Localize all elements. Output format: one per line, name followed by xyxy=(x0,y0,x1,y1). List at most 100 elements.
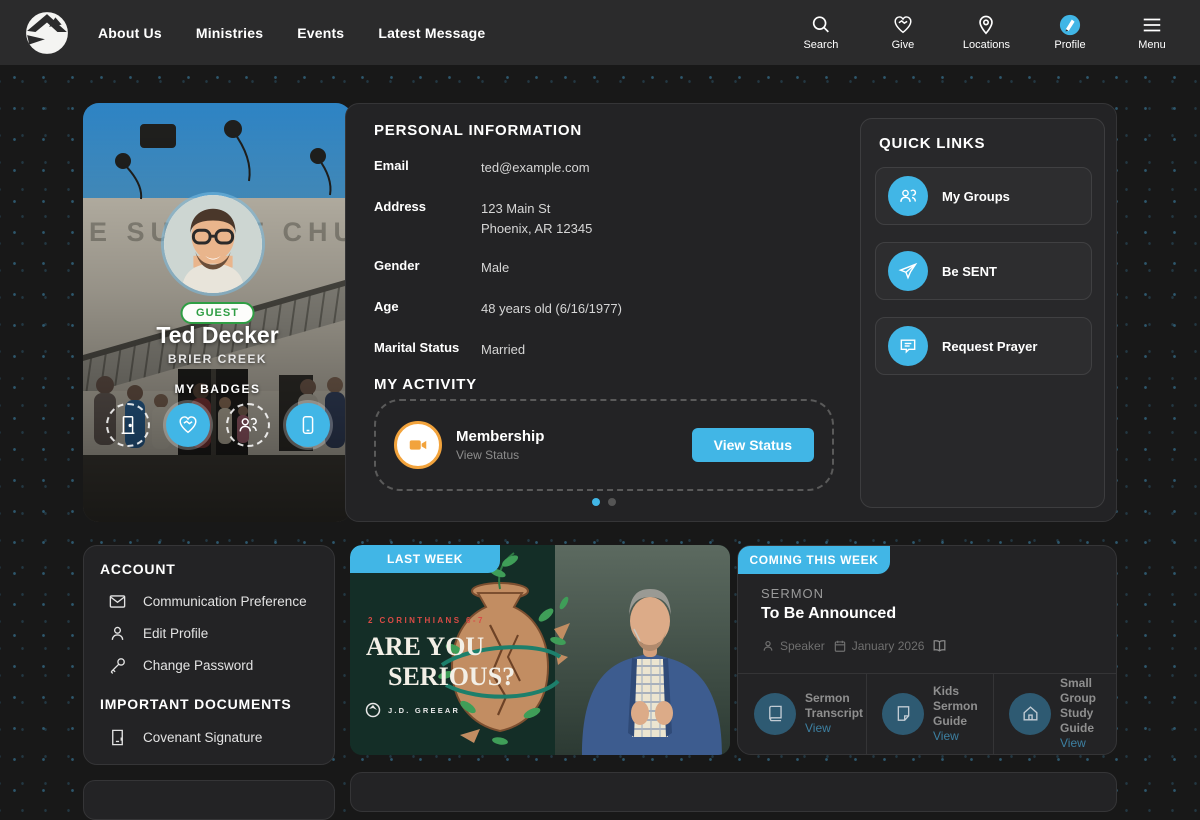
nav-action-profile[interactable]: Profile xyxy=(1048,14,1092,51)
account-item-label: Communication Preference xyxy=(143,594,307,609)
nav-action-label: Search xyxy=(803,39,838,51)
carousel-dot-2[interactable] xyxy=(608,498,616,506)
activity-item-subtitle: View Status xyxy=(456,448,544,462)
church-logo-icon[interactable] xyxy=(24,10,70,56)
meta-speaker: Speaker xyxy=(761,639,825,653)
people-icon xyxy=(898,186,918,206)
calendar-icon xyxy=(833,639,847,653)
carousel-dot-1[interactable] xyxy=(592,498,600,506)
resource-line2: Study Guide xyxy=(1060,706,1118,736)
hamburger-menu-icon xyxy=(1141,14,1163,36)
nav-link-ministries[interactable]: Ministries xyxy=(196,25,263,41)
nav-action-menu[interactable]: Menu xyxy=(1130,14,1174,51)
badges-row xyxy=(83,403,352,447)
kids-guide-icon-circle xyxy=(882,693,924,735)
sermon-speaker-name: J.D. GREEAR xyxy=(388,706,460,715)
profile-photo-card: E SUMMIT CHUR xyxy=(83,103,352,522)
book-icon xyxy=(766,704,785,723)
quick-links-title: QUICK LINKS xyxy=(879,135,985,152)
member-campus: BRIER CREEK xyxy=(83,352,352,366)
open-book-icon xyxy=(932,638,947,653)
study-guide-icon-circle xyxy=(1009,693,1051,735)
account-item-change-password[interactable]: Change Password xyxy=(108,656,253,675)
give-heart-icon xyxy=(892,14,914,36)
resource-small-group-study-guide[interactable]: Small Group Study Guide View xyxy=(993,673,1118,754)
account-card: ACCOUNT Communication Preference Edit Pr… xyxy=(83,545,335,765)
sent-icon-circle xyxy=(888,251,928,291)
last-week-sermon-card[interactable]: 2 CORINTHIANS 6-7 ARE YOU SERIOUS? J.D. … xyxy=(350,545,730,755)
nav-link-latest-message[interactable]: Latest Message xyxy=(378,25,485,41)
nav-link-about-us[interactable]: About Us xyxy=(98,25,162,41)
nav-action-give[interactable]: Give xyxy=(881,14,925,51)
quick-link-request-prayer[interactable]: Request Prayer xyxy=(875,317,1092,375)
person-icon xyxy=(761,639,775,653)
quick-link-label: Request Prayer xyxy=(942,339,1037,354)
sermon-title-line2: SERIOUS? xyxy=(388,662,515,691)
resource-text: Small Group Study Guide View xyxy=(1060,676,1118,751)
door-icon xyxy=(117,414,139,436)
prayer-icon-circle xyxy=(888,326,928,366)
view-status-button[interactable]: View Status xyxy=(692,428,814,462)
sermon-title-line1: ARE YOU xyxy=(366,632,484,661)
badge-give-earned[interactable] xyxy=(166,403,210,447)
nav-action-label: Locations xyxy=(963,39,1010,51)
quick-link-my-groups[interactable]: My Groups xyxy=(875,167,1092,225)
quick-link-be-sent[interactable]: Be SENT xyxy=(875,242,1092,300)
quick-links-card: QUICK LINKS My Groups Be SENT Request Pr… xyxy=(860,118,1105,508)
resource-view-link[interactable]: View xyxy=(805,721,863,736)
badge-groups-locked[interactable] xyxy=(226,403,270,447)
account-item-label: Covenant Signature xyxy=(143,730,262,745)
status-badge: GUEST xyxy=(180,302,255,324)
info-value: 123 Main St Phoenix, AR 12345 xyxy=(481,199,592,239)
home-icon xyxy=(1021,704,1040,723)
airplane-icon xyxy=(898,261,918,281)
resource-sermon-transcript[interactable]: Sermon Transcript View xyxy=(738,673,866,754)
give-heart-icon xyxy=(177,414,199,436)
account-item-covenant-signature[interactable]: Covenant Signature xyxy=(108,728,262,747)
person-icon xyxy=(108,624,127,643)
envelope-icon xyxy=(108,592,127,611)
last-week-badge: LAST WEEK xyxy=(350,545,500,573)
coming-this-week-badge: COMING THIS WEEK xyxy=(738,546,890,574)
info-row-age: Age 48 years old (6/16/1977) xyxy=(374,299,622,319)
resource-text: Kids Sermon Guide View xyxy=(933,684,993,744)
chat-bubble-icon xyxy=(898,336,918,356)
signed-document-icon xyxy=(108,728,127,747)
info-row-gender: Gender Male xyxy=(374,258,509,278)
account-item-label: Edit Profile xyxy=(143,626,208,641)
resource-view-link[interactable]: View xyxy=(1060,736,1118,751)
resource-line1: Small Group xyxy=(1060,676,1118,706)
resource-kids-sermon-guide[interactable]: Kids Sermon Guide View xyxy=(866,673,993,754)
search-icon xyxy=(810,14,832,36)
partial-card-left xyxy=(83,780,335,820)
nav-link-events[interactable]: Events xyxy=(297,25,344,41)
nav-action-search[interactable]: Search xyxy=(799,14,843,51)
account-item-edit-profile[interactable]: Edit Profile xyxy=(108,624,208,643)
top-navbar: About Us Ministries Events Latest Messag… xyxy=(0,0,1200,65)
note-page-icon xyxy=(894,704,913,723)
member-avatar xyxy=(164,195,262,293)
resource-view-link[interactable]: View xyxy=(933,729,993,744)
personal-info-title: PERSONAL INFORMATION xyxy=(374,122,582,139)
address-line-1: 123 Main St xyxy=(481,199,592,219)
my-badges-title: MY BADGES xyxy=(83,382,352,396)
upcoming-sermon-title: To Be Announced xyxy=(761,605,896,623)
nav-action-label: Menu xyxy=(1138,39,1166,51)
meta-date: January 2026 xyxy=(833,639,925,653)
meta-date-label: January 2026 xyxy=(852,639,925,653)
key-icon xyxy=(108,656,127,675)
info-value: Married xyxy=(481,340,525,360)
account-item-communication-preference[interactable]: Communication Preference xyxy=(108,592,307,611)
member-name: Ted Decker xyxy=(83,322,352,349)
nav-action-locations[interactable]: Locations xyxy=(963,14,1010,51)
badge-attend-locked[interactable] xyxy=(106,403,150,447)
nav-links: About Us Ministries Events Latest Messag… xyxy=(98,25,485,41)
account-title: ACCOUNT xyxy=(100,561,176,577)
nav-actions: Search Give Locations Profile xyxy=(799,0,1174,65)
address-line-2: Phoenix, AR 12345 xyxy=(481,219,592,239)
coming-this-week-card: COMING THIS WEEK SERMON To Be Announced … xyxy=(737,545,1117,755)
video-camera-icon xyxy=(407,434,429,456)
membership-activity-card: Membership View Status View Status xyxy=(374,399,834,491)
phone-icon xyxy=(297,414,319,436)
badge-app-earned[interactable] xyxy=(286,403,330,447)
